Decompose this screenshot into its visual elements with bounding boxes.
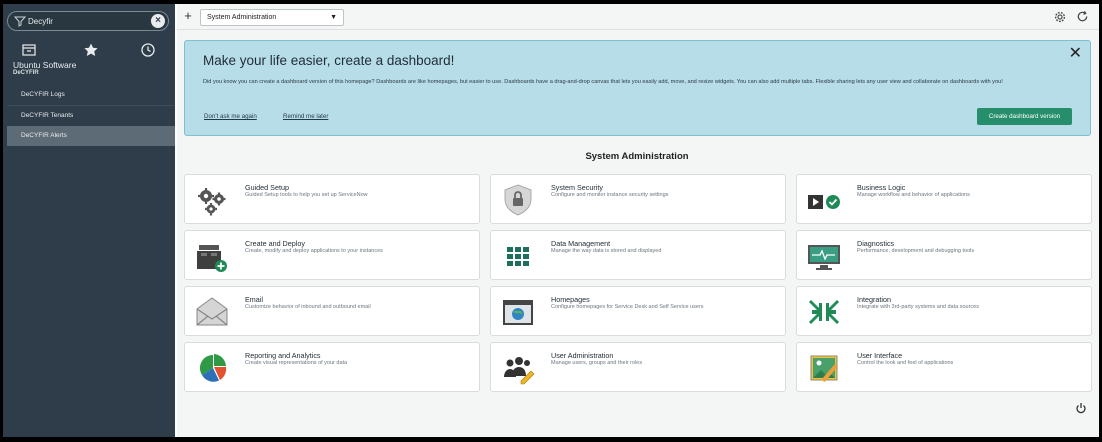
banner-title: Make your life easier, create a dashboar… <box>203 53 455 68</box>
card-title: Business Logic <box>857 183 906 192</box>
filter-navigator[interactable]: × <box>7 11 169 31</box>
card-title: Data Management <box>551 239 611 248</box>
favorites-star-icon[interactable] <box>83 42 99 58</box>
refresh-icon[interactable] <box>1076 10 1089 23</box>
create-dashboard-button[interactable]: Create dashboard version <box>977 108 1072 125</box>
card-title: User Interface <box>857 351 903 360</box>
homepage-select-value: System Administration <box>207 14 277 21</box>
play-check-icon <box>808 195 840 209</box>
browser-globe-icon <box>503 300 533 325</box>
close-icon[interactable]: ✕ <box>1069 46 1082 62</box>
card-description: Guided Setup tools to help you set up Se… <box>245 192 368 198</box>
history-clock-icon[interactable] <box>140 42 156 58</box>
card-homepages[interactable]: Homepages Configure homepages for Servic… <box>490 286 786 336</box>
filter-icon <box>14 16 26 27</box>
tooltip-label: Ubuntu Software <box>13 60 77 70</box>
card-user-administration[interactable]: User Administration Manage users, groups… <box>490 342 786 392</box>
card-user-interface[interactable]: User Interface Control the look and feel… <box>796 342 1092 392</box>
add-content-button[interactable]: + <box>181 9 195 24</box>
section-title: System Administration <box>585 151 689 162</box>
navigator-tabs <box>3 38 175 62</box>
card-business-logic[interactable]: Business Logic Manage workflow and behav… <box>796 174 1092 224</box>
filter-input[interactable] <box>28 13 146 29</box>
shield-lock-icon <box>504 184 532 216</box>
sidebar-item-decyfir-logs[interactable]: DeCYFIR Logs <box>7 85 175 105</box>
all-apps-icon[interactable] <box>21 42 37 58</box>
sidebar-item-decyfir-tenants[interactable]: DeCYFIR Tenants <box>7 106 175 126</box>
card-description: Manage users, groups and their roles <box>551 360 643 366</box>
chevron-down-icon: ▼ <box>330 14 337 21</box>
card-title: Integration <box>857 295 891 304</box>
card-description: Performance, development and debugging t… <box>857 248 975 254</box>
card-description: Control the look and feel of application… <box>857 360 954 366</box>
homepage-content: + System Administration ▼ Make your life… <box>177 4 1099 437</box>
card-description: Configure homepages for Service Desk and… <box>551 304 704 310</box>
card-description: Customize behavior of inbound and outbou… <box>245 304 371 310</box>
arrows-in-icon <box>809 300 839 324</box>
card-reporting-and-analytics[interactable]: Reporting and Analytics Create visual re… <box>184 342 480 392</box>
card-email[interactable]: Email Customize behavior of inbound and … <box>184 286 480 336</box>
blocks-add-icon <box>197 245 227 272</box>
dont-ask-again-link[interactable]: Don't ask me again <box>204 113 257 120</box>
card-title: Reporting and Analytics <box>245 351 321 360</box>
card-description: Create, modify and deploy applications t… <box>245 248 383 254</box>
sidebar-item-decyfir-alerts[interactable]: DeCYFIR Alerts <box>7 126 175 146</box>
card-system-security[interactable]: System Security Configure and monitor in… <box>490 174 786 224</box>
card-title: Homepages <box>551 295 590 304</box>
card-data-management[interactable]: Data Management Manage the way data is s… <box>490 230 786 280</box>
image-brush-icon <box>810 355 838 382</box>
grid-icon <box>507 247 529 266</box>
card-description: Manage the way data is stored and displa… <box>551 248 662 254</box>
remind-me-later-link[interactable]: Remind me later <box>283 113 328 120</box>
card-description: Create visual representations of your da… <box>245 360 348 366</box>
envelope-icon <box>196 297 228 326</box>
card-title: Guided Setup <box>245 183 289 192</box>
card-description: Integrate with 3rd-party systems and dat… <box>857 304 979 310</box>
card-integration[interactable]: Integration Integrate with 3rd-party sys… <box>796 286 1092 336</box>
power-icon[interactable] <box>1075 402 1087 414</box>
card-description: Manage workflow and behavior of applicat… <box>857 192 970 198</box>
gears-icon <box>198 188 226 216</box>
card-title: User Administration <box>551 351 614 360</box>
homepage-toolbar: + System Administration ▼ <box>177 4 1099 30</box>
card-title: Email <box>245 295 263 304</box>
card-diagnostics[interactable]: Diagnostics Performance, development and… <box>796 230 1092 280</box>
users-edit-icon <box>504 357 535 385</box>
clear-filter-icon[interactable]: × <box>151 14 165 28</box>
dashboard-promo-banner: Make your life easier, create a dashboar… <box>184 40 1091 136</box>
application-heading[interactable]: DeCYFIR <box>13 70 39 76</box>
card-guided-setup[interactable]: Guided Setup Guided Setup tools to help … <box>184 174 480 224</box>
monitor-pulse-icon <box>808 245 840 270</box>
card-title: Create and Deploy <box>245 239 305 248</box>
banner-description: Did you know you can create a dashboard … <box>203 79 1003 85</box>
card-title: System Security <box>551 183 603 192</box>
card-title: Diagnostics <box>857 239 895 248</box>
card-create-and-deploy[interactable]: Create and Deploy Create, modify and dep… <box>184 230 480 280</box>
pie-chart-icon <box>199 354 227 382</box>
app-window: × Ubuntu Software DeCYFIR DeCYFIR Logs D… <box>0 0 1102 442</box>
gear-icon[interactable] <box>1053 10 1067 24</box>
application-navigator: × Ubuntu Software DeCYFIR DeCYFIR Logs D… <box>3 4 175 437</box>
homepage-select[interactable]: System Administration ▼ <box>200 9 344 26</box>
card-description: Configure and monitor instance security … <box>551 192 669 198</box>
